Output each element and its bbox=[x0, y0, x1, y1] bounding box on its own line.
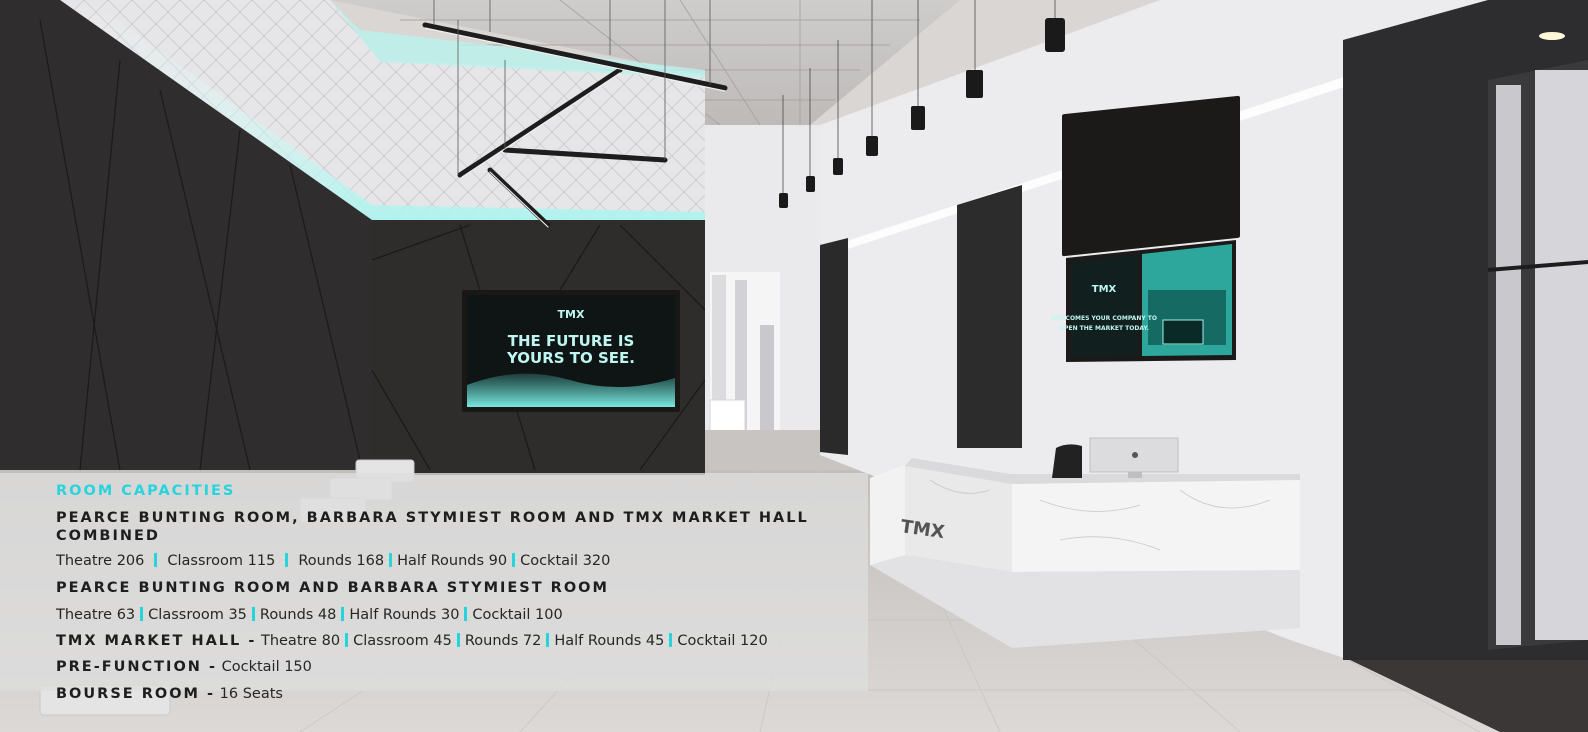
pb-bs-heading: PEARCE BUNTING ROOM AND BARBARA STYMIEST… bbox=[56, 580, 609, 596]
capacity-item: Theatre 80 bbox=[260, 633, 341, 649]
capacity-item: Cocktail 100 bbox=[472, 607, 563, 623]
separator bbox=[669, 633, 673, 647]
separator bbox=[251, 607, 255, 621]
pre-function-row: PRE-FUNCTION - Cocktail 150 bbox=[56, 658, 868, 676]
separator bbox=[464, 607, 468, 621]
capacity-item: Rounds 168 bbox=[298, 553, 385, 569]
separator bbox=[546, 633, 550, 647]
separator bbox=[341, 607, 345, 621]
separator bbox=[285, 553, 289, 567]
room-capacities-panel: ROOM CAPACITIES PEARCE BUNTING ROOM, BAR… bbox=[0, 473, 868, 702]
separator bbox=[456, 633, 460, 647]
room-capacities-title: ROOM CAPACITIES bbox=[56, 483, 236, 499]
bourse-room-heading: BOURSE ROOM - bbox=[56, 686, 216, 702]
capacity-item: Cocktail 320 bbox=[520, 553, 611, 569]
pre-function-heading: PRE-FUNCTION - bbox=[56, 659, 217, 675]
capacity-item: Theatre 206 bbox=[56, 553, 145, 569]
tv-right-logo: TMX bbox=[1092, 284, 1117, 295]
market-hall-row: TMX MARKET HALL - Theatre 80 Classroom 45… bbox=[56, 632, 868, 650]
capacity-item: Rounds 48 bbox=[259, 607, 337, 623]
capacity-item: Half Rounds 30 bbox=[349, 607, 460, 623]
combined-capacities: Theatre 206 Classroom 115 Rounds 168 Half R… bbox=[56, 552, 868, 570]
capacity-item: Rounds 72 bbox=[464, 633, 542, 649]
tv-left-line1: THE FUTURE IS bbox=[508, 332, 635, 350]
capacity-item: Classroom 45 bbox=[353, 633, 452, 649]
pre-function-value: Cocktail 150 bbox=[221, 659, 312, 675]
market-hall-heading: TMX MARKET HALL - bbox=[56, 633, 257, 649]
capacity-item: Half Rounds 45 bbox=[554, 633, 665, 649]
tv-left-line2: YOURS TO SEE. bbox=[506, 349, 635, 367]
separator bbox=[140, 607, 144, 621]
separator bbox=[154, 553, 158, 567]
capacity-item: Half Rounds 90 bbox=[397, 553, 508, 569]
tv-left-logo: TMX bbox=[558, 308, 585, 321]
tv-right-line1: WELCOMES YOUR COMPANY TO bbox=[1051, 315, 1157, 322]
separator bbox=[389, 553, 393, 567]
separator bbox=[512, 553, 516, 567]
tv-right-line2: OPEN THE MARKET TODAY. bbox=[1059, 325, 1149, 332]
capacity-item: Cocktail 120 bbox=[677, 633, 768, 649]
pb-bs-capacities: Theatre 63 Classroom 35 Rounds 48 Half Roun… bbox=[56, 606, 868, 624]
combined-heading: PEARCE BUNTING ROOM, BARBARA STYMIEST RO… bbox=[56, 510, 809, 544]
capacity-item: Classroom 115 bbox=[167, 553, 276, 569]
bourse-room-value: 16 Seats bbox=[219, 686, 283, 702]
capacity-item: Classroom 35 bbox=[148, 607, 247, 623]
bourse-room-row: BOURSE ROOM - 16 Seats bbox=[56, 685, 868, 703]
separator bbox=[345, 633, 349, 647]
capacity-item: Theatre 63 bbox=[56, 607, 136, 623]
